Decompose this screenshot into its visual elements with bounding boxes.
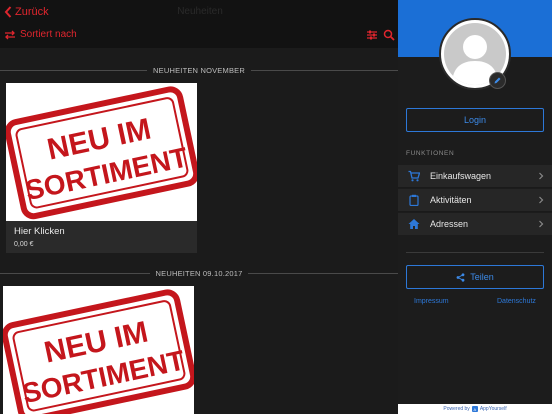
search-icon[interactable] bbox=[383, 29, 395, 41]
cart-icon bbox=[408, 170, 420, 182]
chevron-left-icon bbox=[4, 6, 12, 18]
product-image: NEU IM SORTIMENT bbox=[6, 83, 197, 221]
main-panel: Zurück Neuheiten Sortiert nach NEUHEITEN… bbox=[0, 0, 398, 414]
stamp-image: NEU IM SORTIMENT bbox=[3, 289, 194, 414]
section-header: NEUHEITEN NOVEMBER bbox=[0, 63, 398, 77]
powered-by-footer[interactable]: Powered by A AppYourself bbox=[398, 404, 552, 414]
pencil-icon bbox=[494, 77, 501, 84]
powered-brand: AppYourself bbox=[479, 406, 507, 412]
menu-item-label: Aktivitäten bbox=[430, 195, 472, 205]
chevron-right-icon bbox=[539, 196, 544, 204]
divider bbox=[406, 252, 544, 253]
section-header-label: NEUHEITEN 09.10.2017 bbox=[155, 268, 243, 278]
app-window: Zurück Neuheiten Sortiert nach NEUHEITEN… bbox=[0, 0, 552, 414]
top-navigation-bar: Zurück Neuheiten bbox=[0, 0, 398, 24]
chevron-right-icon bbox=[539, 172, 544, 180]
menu-item-addresses[interactable]: Adressen bbox=[398, 213, 552, 235]
share-button[interactable]: Teilen bbox=[406, 265, 544, 289]
back-button[interactable]: Zurück bbox=[4, 4, 49, 20]
appyourself-logo-icon: A bbox=[471, 406, 478, 412]
powered-prefix: Powered by bbox=[443, 406, 470, 412]
product-image: NEU IM SORTIMENT bbox=[3, 286, 194, 414]
product-card[interactable]: NEU IM SORTIMENT Hier Klicken 0,00 € bbox=[6, 83, 197, 253]
product-title: Hier Klicken bbox=[14, 226, 65, 237]
chevron-right-icon bbox=[539, 220, 544, 228]
section-header-label: NEUHEITEN NOVEMBER bbox=[153, 65, 245, 75]
datenschutz-link[interactable]: Datenschutz bbox=[497, 298, 536, 305]
section-header: NEUHEITEN 09.10.2017 bbox=[0, 266, 398, 280]
impressum-link[interactable]: Impressum bbox=[414, 298, 449, 305]
edit-profile-button[interactable] bbox=[489, 72, 506, 89]
home-icon bbox=[408, 219, 420, 229]
side-drawer: Login FUNKTIONEN Einkaufswagen Aktivität… bbox=[398, 0, 552, 414]
menu-item-activities[interactable]: Aktivitäten bbox=[398, 189, 552, 211]
product-price: 0,00 € bbox=[14, 241, 34, 248]
menu-item-label: Einkaufswagen bbox=[430, 171, 492, 181]
sort-button[interactable]: Sortiert nach bbox=[4, 29, 77, 40]
functions-heading: FUNKTIONEN bbox=[406, 150, 455, 157]
sort-label: Sortiert nach bbox=[20, 29, 77, 40]
sort-arrows-icon bbox=[5, 30, 15, 39]
back-label: Zurück bbox=[15, 6, 49, 18]
sort-bar: Sortiert nach bbox=[0, 24, 398, 48]
login-label: Login bbox=[463, 115, 487, 125]
login-button[interactable]: Login bbox=[406, 108, 544, 132]
product-card[interactable]: NEU IM SORTIMENT bbox=[3, 286, 194, 414]
clipboard-icon bbox=[409, 194, 419, 206]
share-label: Teilen bbox=[470, 272, 494, 282]
menu-item-label: Adressen bbox=[430, 219, 469, 229]
page-title: Neuheiten bbox=[177, 6, 223, 17]
share-icon bbox=[456, 272, 465, 282]
stamp-image: NEU IM SORTIMENT bbox=[6, 86, 197, 220]
filter-sliders-icon[interactable] bbox=[366, 29, 378, 41]
menu-item-cart[interactable]: Einkaufswagen bbox=[398, 165, 552, 187]
